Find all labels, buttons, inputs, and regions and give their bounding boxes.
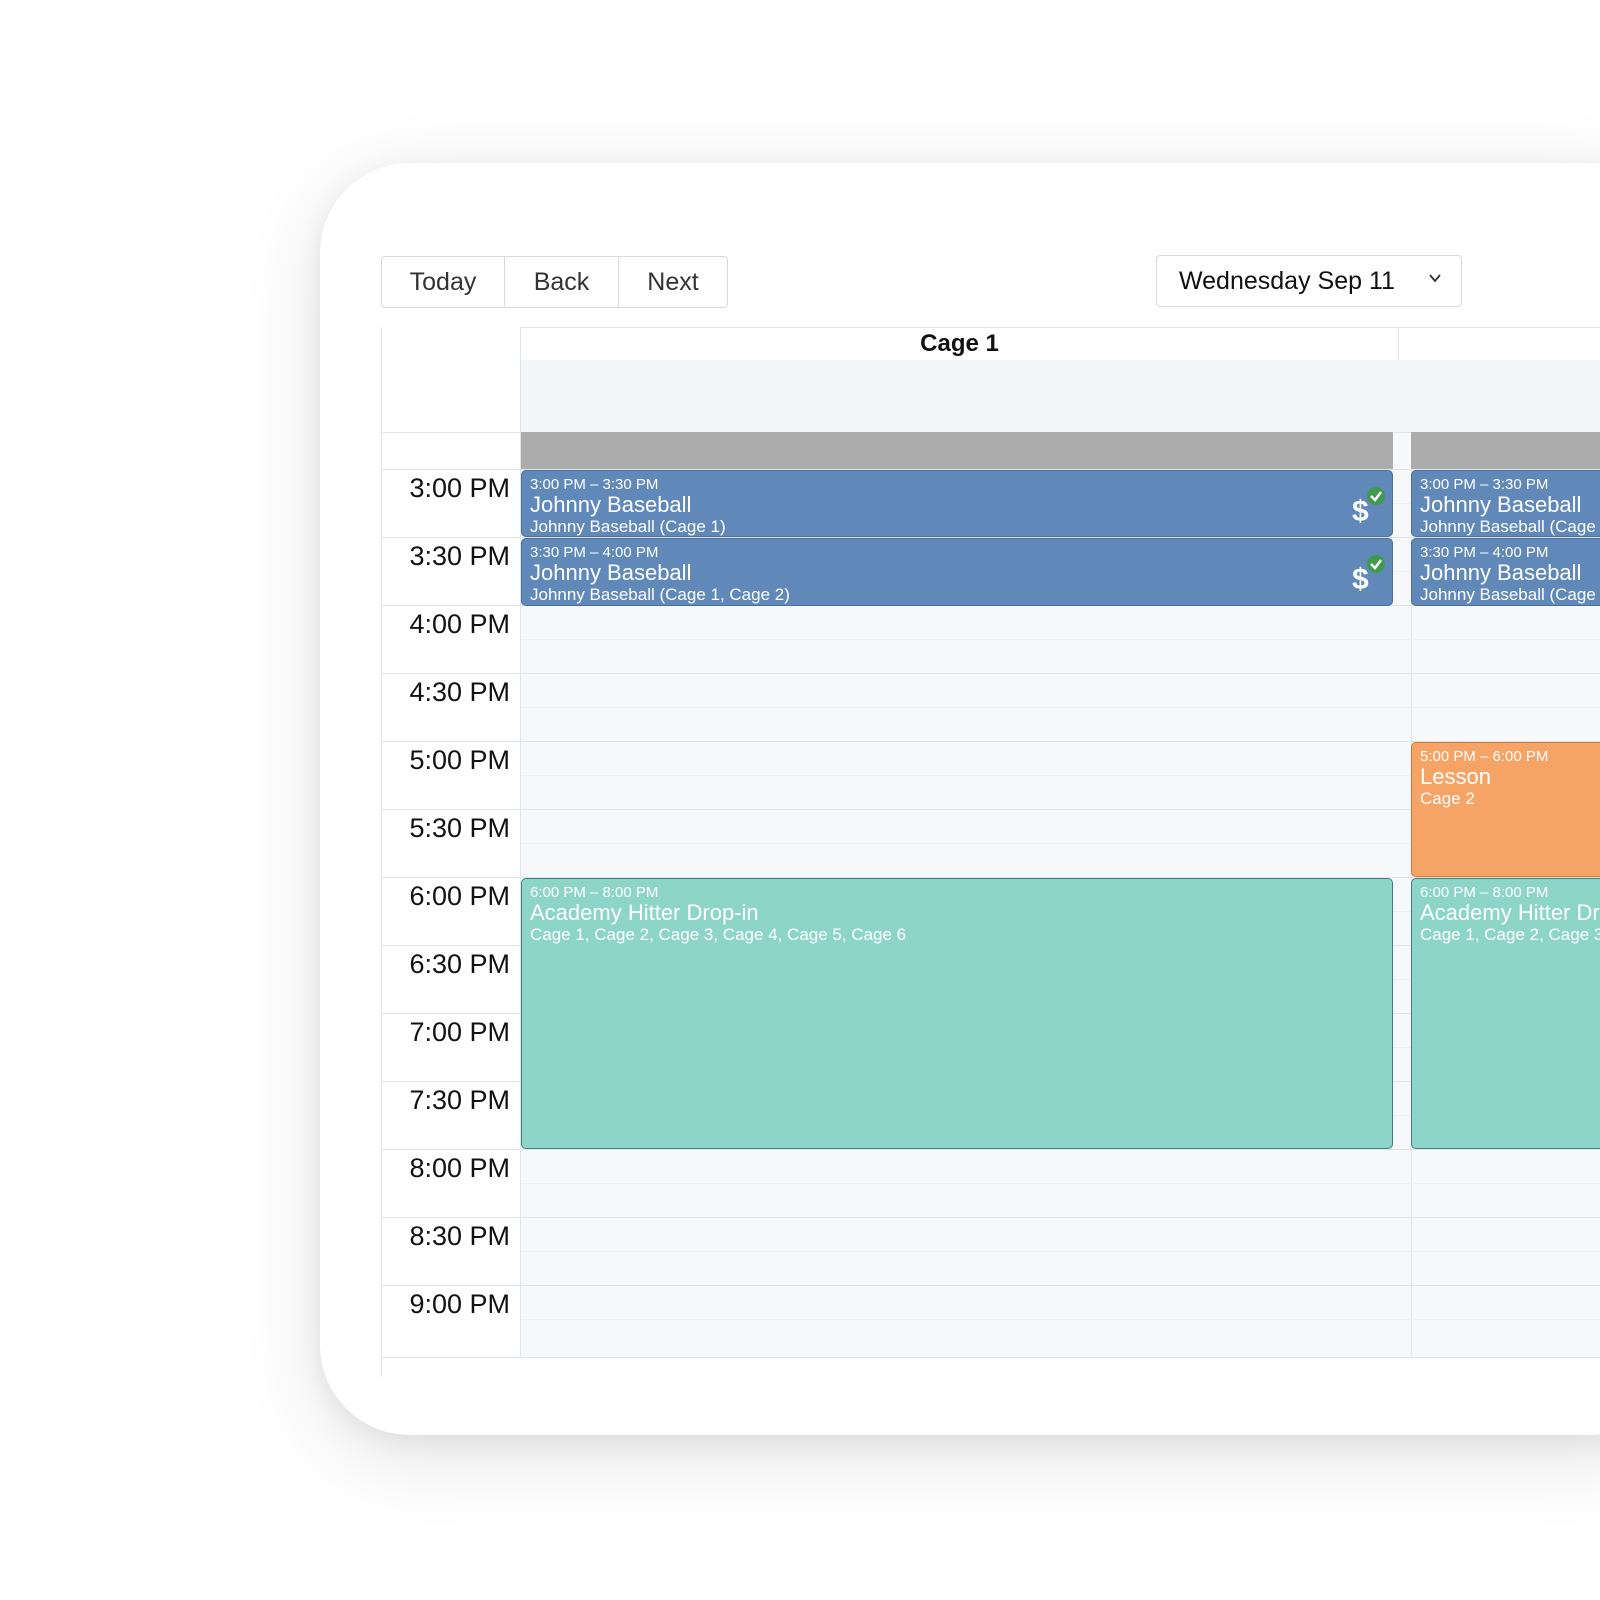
back-button[interactable]: Back bbox=[505, 257, 619, 307]
event-subtitle: Cage 1, Cage 2, Cage 3, Cage 4, Cage 5, … bbox=[530, 925, 907, 944]
time-slot-label: 3:00 PM bbox=[409, 473, 510, 503]
blocked-time-bar[interactable] bbox=[1411, 432, 1600, 469]
event-time: 6:00 PM – 8:00 PM bbox=[1420, 884, 1549, 901]
page-background: Today Back Next Wednesday Sep 11 Cage 1 bbox=[0, 0, 1600, 1600]
event-title: Johnny Baseball bbox=[530, 492, 692, 517]
time-slot-label: 4:30 PM bbox=[409, 677, 510, 707]
time-slot-label: 4:00 PM bbox=[409, 609, 510, 639]
today-button[interactable]: Today bbox=[382, 257, 505, 307]
navigation-button-group: Today Back Next bbox=[381, 256, 728, 308]
event-time: 3:30 PM – 4:00 PM bbox=[1420, 544, 1549, 561]
event-block[interactable]: 3:00 PM – 3:30 PM Johnny Baseball Johnny… bbox=[1411, 470, 1600, 537]
column-header-cage-2 bbox=[1399, 328, 1600, 360]
resource-calendar: Cage 1 3:00 PM 3:30 PM 4:00 PM 4:30 PM 5:00 … bbox=[381, 327, 1600, 1377]
event-title: Academy Hitter Drop-in bbox=[1420, 900, 1600, 925]
date-select[interactable]: Wednesday Sep 11 bbox=[1156, 255, 1462, 307]
column-header-cage-1: Cage 1 bbox=[920, 330, 999, 357]
chevron-down-icon bbox=[1429, 274, 1441, 283]
event-subtitle: Johnny Baseball (Cage 1, Cage 2) bbox=[530, 585, 790, 604]
calendar-bottom-border bbox=[382, 1357, 1600, 1358]
dollar-check-icon: $ bbox=[1352, 487, 1385, 527]
time-slot-label: 8:00 PM bbox=[409, 1153, 510, 1183]
all-day-row[interactable] bbox=[521, 360, 1600, 435]
time-slot-label: 5:00 PM bbox=[409, 745, 510, 775]
event-title: Johnny Baseball bbox=[1420, 560, 1582, 585]
time-slot-line bbox=[382, 1149, 1600, 1150]
event-subtitle: Johnny Baseball (Cage 1, Cage 2) bbox=[1420, 585, 1600, 604]
event-subtitle: Johnny Baseball (Cage 1) bbox=[530, 517, 726, 536]
time-slot-label: 6:00 PM bbox=[409, 881, 510, 911]
time-slot-subline bbox=[521, 1319, 1600, 1320]
time-gutter-header bbox=[382, 327, 521, 432]
date-select-value: Wednesday Sep 11 bbox=[1179, 266, 1395, 295]
dollar-check-icon: $ bbox=[1352, 555, 1385, 595]
event-time: 3:00 PM – 3:30 PM bbox=[530, 476, 659, 493]
time-slot-label: 7:30 PM bbox=[409, 1085, 510, 1115]
event-time: 3:00 PM – 3:30 PM bbox=[1420, 476, 1549, 493]
event-block[interactable]: 5:00 PM – 6:00 PM Lesson Cage 2 bbox=[1411, 742, 1600, 877]
time-slot-line bbox=[382, 1285, 1600, 1286]
time-slot-line bbox=[382, 673, 1600, 674]
event-title: Lesson bbox=[1420, 764, 1491, 789]
tablet-frame: Today Back Next Wednesday Sep 11 Cage 1 bbox=[320, 163, 1600, 1435]
time-slot-label: 5:30 PM bbox=[409, 813, 510, 843]
time-slot-subline bbox=[521, 1251, 1600, 1252]
time-slot-label: 3:30 PM bbox=[409, 541, 510, 571]
next-button[interactable]: Next bbox=[619, 257, 727, 307]
event-time: 5:00 PM – 6:00 PM bbox=[1420, 748, 1549, 765]
time-slot-subline bbox=[521, 1183, 1600, 1184]
event-time: 3:30 PM – 4:00 PM bbox=[530, 544, 659, 561]
event-block[interactable]: 6:00 PM – 8:00 PM Academy Hitter Drop-in… bbox=[1411, 878, 1600, 1149]
time-slot-subline bbox=[521, 639, 1600, 640]
event-title: Academy Hitter Drop-in bbox=[530, 900, 759, 925]
time-slot-label: 8:30 PM bbox=[409, 1221, 510, 1251]
column-header-row: Cage 1 bbox=[382, 327, 1600, 361]
event-title: Johnny Baseball bbox=[1420, 492, 1582, 517]
event-time: 6:00 PM – 8:00 PM bbox=[530, 884, 659, 901]
time-slot-label: 6:30 PM bbox=[409, 949, 510, 979]
svg-text:$: $ bbox=[1352, 563, 1369, 595]
blocked-time-bar[interactable] bbox=[521, 432, 1393, 469]
event-block[interactable]: 3:00 PM – 3:30 PM Johnny Baseball Johnny… bbox=[521, 470, 1393, 537]
time-slot-line bbox=[382, 1217, 1600, 1218]
time-grid: 3:00 PM 3:30 PM 4:00 PM 4:30 PM 5:00 PM 5:30 … bbox=[382, 432, 1600, 1357]
time-slot-subline bbox=[521, 707, 1600, 708]
svg-text:$: $ bbox=[1352, 495, 1369, 527]
event-subtitle: Johnny Baseball (Cage 1, Cage 2) bbox=[1420, 517, 1600, 536]
time-slot-label: 7:00 PM bbox=[409, 1017, 510, 1047]
event-block[interactable]: 3:30 PM – 4:00 PM Johnny Baseball Johnny… bbox=[1411, 538, 1600, 606]
event-block[interactable]: 6:00 PM – 8:00 PM Academy Hitter Drop-in… bbox=[521, 878, 1393, 1149]
event-block[interactable]: 3:30 PM – 4:00 PM Johnny Baseball Johnny… bbox=[521, 538, 1393, 606]
event-subtitle: Cage 2 bbox=[1420, 789, 1475, 808]
event-title: Johnny Baseball bbox=[530, 560, 692, 585]
event-subtitle: Cage 1, Cage 2, Cage 3, Cage 4, Cage 5, … bbox=[1420, 925, 1600, 944]
time-slot-label: 9:00 PM bbox=[409, 1289, 510, 1319]
